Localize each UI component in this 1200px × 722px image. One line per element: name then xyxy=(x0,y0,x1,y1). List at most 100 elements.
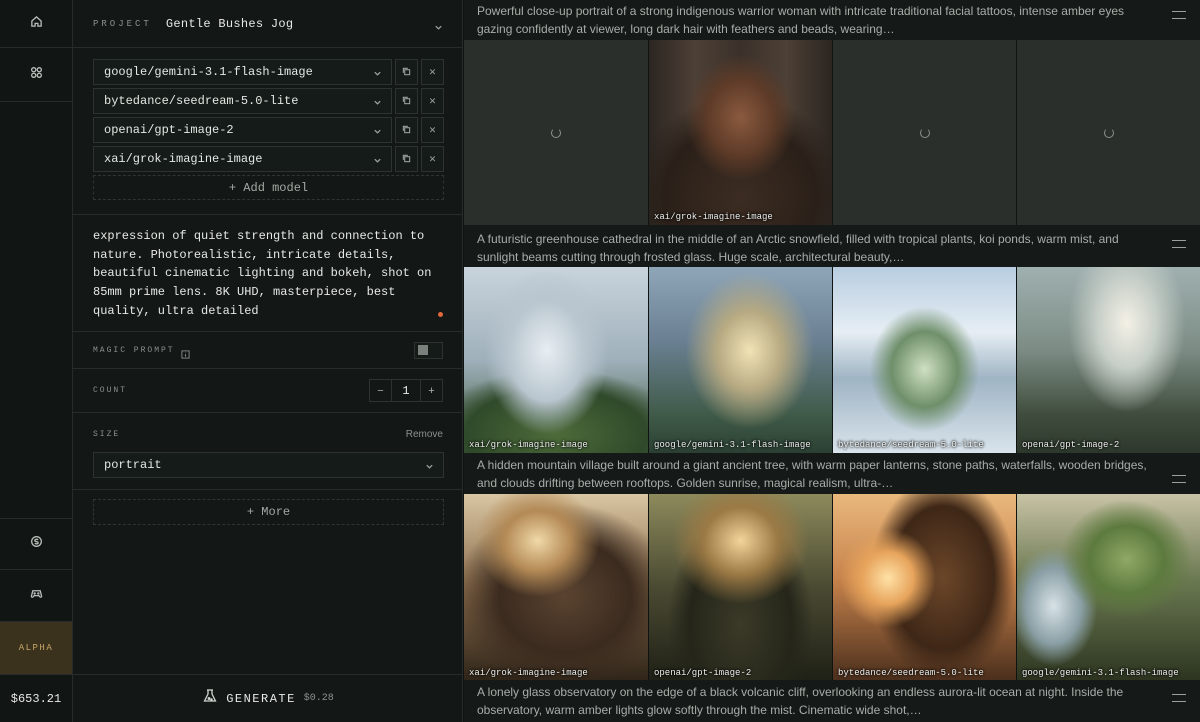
duplicate-model-button[interactable] xyxy=(395,59,419,85)
duplicate-model-button[interactable] xyxy=(395,146,419,172)
model-label: openai/gpt-image-2 xyxy=(654,668,752,678)
model-name: google/gemini-3.1-flash-image xyxy=(104,65,313,79)
model-label: xai/grok-imagine-image xyxy=(654,212,773,222)
chevron-down-icon xyxy=(425,461,433,469)
model-name: bytedance/seedream-5.0-lite xyxy=(104,94,299,108)
chevron-down-icon xyxy=(373,97,381,105)
model-row: bytedance/seedream-5.0-lite ✕ xyxy=(93,88,444,114)
menu-icon[interactable] xyxy=(1172,475,1186,483)
model-label: google/gemini-3.1-flash-image xyxy=(1022,668,1179,678)
close-icon: ✕ xyxy=(428,95,437,106)
menu-icon[interactable] xyxy=(1172,694,1186,702)
chevron-down-icon xyxy=(373,126,381,134)
model-label: bytedance/seedream-5.0-lite xyxy=(838,668,984,678)
prompt-caption: Powerful close-up portrait of a strong i… xyxy=(464,0,1200,40)
image-tile[interactable]: xai/grok-imagine-image xyxy=(464,267,648,453)
remove-model-button[interactable]: ✕ xyxy=(421,59,444,85)
left-rail: ALPHA $653.21 xyxy=(0,0,73,722)
results-gallery: Powerful close-up portrait of a strong i… xyxy=(464,0,1200,722)
remove-model-button[interactable]: ✕ xyxy=(421,146,444,172)
spinner-icon xyxy=(551,127,561,138)
model-label: google/gemini-3.1-flash-image xyxy=(654,440,811,450)
remove-model-button[interactable]: ✕ xyxy=(421,88,444,114)
copy-icon xyxy=(402,125,411,136)
remove-size-button[interactable]: Remove xyxy=(406,429,443,440)
close-icon: ✕ xyxy=(428,153,437,164)
image-tile[interactable]: xai/grok-imagine-image xyxy=(464,494,648,681)
prompt-caption: A lonely glass observatory on the edge o… xyxy=(464,680,1200,722)
model-list: google/gemini-3.1-flash-image ✕ bytedanc… xyxy=(93,59,444,200)
model-select[interactable]: openai/gpt-image-2 xyxy=(93,117,393,143)
image-tile[interactable]: bytedance/seedream-5.0-lite xyxy=(832,267,1016,453)
copy-icon xyxy=(402,96,411,107)
project-label: PROJECT xyxy=(93,18,152,29)
credits-button[interactable] xyxy=(0,518,72,570)
coin-icon xyxy=(30,535,43,553)
home-icon xyxy=(30,15,43,33)
flask-icon xyxy=(202,688,226,709)
model-label: bytedance/seedream-5.0-lite xyxy=(838,440,984,450)
magic-prompt-row: MAGIC PROMPT xyxy=(73,332,463,369)
prompt-text: expression of quiet strength and connect… xyxy=(93,229,432,318)
size-row: SIZE Remove portrait xyxy=(73,413,463,490)
close-icon: ✕ xyxy=(428,66,437,77)
model-name: xai/grok-imagine-image xyxy=(104,152,263,166)
menu-icon[interactable] xyxy=(1172,240,1186,248)
unsaved-indicator xyxy=(438,312,443,317)
model-label: xai/grok-imagine-image xyxy=(469,440,588,450)
more-options-button[interactable]: + More xyxy=(93,499,444,525)
image-row: xai/grok-imagine-image google/gemini-3.1… xyxy=(464,267,1200,453)
home-button[interactable] xyxy=(0,0,72,48)
size-value: portrait xyxy=(104,458,162,472)
info-icon[interactable] xyxy=(181,346,190,359)
project-selector[interactable]: PROJECT Gentle Bushes Jog xyxy=(73,0,463,48)
size-select[interactable]: portrait xyxy=(93,452,444,478)
grid-button[interactable] xyxy=(0,48,72,102)
duplicate-model-button[interactable] xyxy=(395,88,419,114)
copy-icon xyxy=(402,154,411,165)
image-tile-loading xyxy=(832,40,1016,225)
image-tile[interactable]: openai/gpt-image-2 xyxy=(1016,267,1200,453)
generate-label: GENERATE xyxy=(226,691,296,706)
count-value[interactable]: 1 xyxy=(391,380,421,401)
generate-button[interactable]: GENERATE $0.28 xyxy=(73,674,463,722)
image-tile-loading xyxy=(464,40,648,225)
alpha-badge: ALPHA xyxy=(0,622,72,674)
image-tile[interactable]: google/gemini-3.1-flash-image xyxy=(648,267,832,453)
chevron-down-icon xyxy=(434,19,443,30)
account-balance: $653.21 xyxy=(0,674,72,722)
image-tile-loading xyxy=(1016,40,1200,225)
settings-panel: PROJECT Gentle Bushes Jog google/gemini-… xyxy=(73,0,463,722)
model-name: openai/gpt-image-2 xyxy=(104,123,234,137)
spinner-icon xyxy=(919,127,930,138)
model-row: openai/gpt-image-2 ✕ xyxy=(93,117,444,143)
prompt-textarea[interactable]: expression of quiet strength and connect… xyxy=(73,214,463,332)
spinner-icon xyxy=(1103,127,1114,138)
chevron-down-icon xyxy=(373,68,381,76)
menu-icon[interactable] xyxy=(1172,11,1186,19)
count-stepper: − 1 + xyxy=(369,379,443,402)
remove-model-button[interactable]: ✕ xyxy=(421,117,444,143)
gamepad-icon xyxy=(30,587,43,605)
image-tile[interactable]: openai/gpt-image-2 xyxy=(648,494,832,681)
close-icon: ✕ xyxy=(428,124,437,135)
decrement-button[interactable]: − xyxy=(370,380,391,401)
model-select[interactable]: xai/grok-imagine-image xyxy=(93,146,393,172)
increment-button[interactable]: + xyxy=(421,380,442,401)
copy-icon xyxy=(402,67,411,78)
image-tile[interactable]: google/gemini-3.1-flash-image xyxy=(1016,494,1200,681)
image-tile[interactable]: xai/grok-imagine-image xyxy=(648,40,832,225)
model-row: xai/grok-imagine-image ✕ xyxy=(93,146,444,172)
duplicate-model-button[interactable] xyxy=(395,117,419,143)
magic-prompt-label: MAGIC PROMPT xyxy=(93,345,175,355)
generate-cost: $0.28 xyxy=(303,693,334,704)
project-name: Gentle Bushes Jog xyxy=(165,16,294,31)
grid-icon xyxy=(30,66,43,84)
chevron-down-icon xyxy=(373,155,381,163)
magic-prompt-toggle[interactable] xyxy=(414,341,443,359)
discord-button[interactable] xyxy=(0,570,72,622)
model-select[interactable]: bytedance/seedream-5.0-lite xyxy=(93,88,393,114)
add-model-button[interactable]: + Add model xyxy=(93,175,444,200)
model-select[interactable]: google/gemini-3.1-flash-image xyxy=(93,59,393,85)
image-tile[interactable]: bytedance/seedream-5.0-lite xyxy=(832,494,1016,681)
